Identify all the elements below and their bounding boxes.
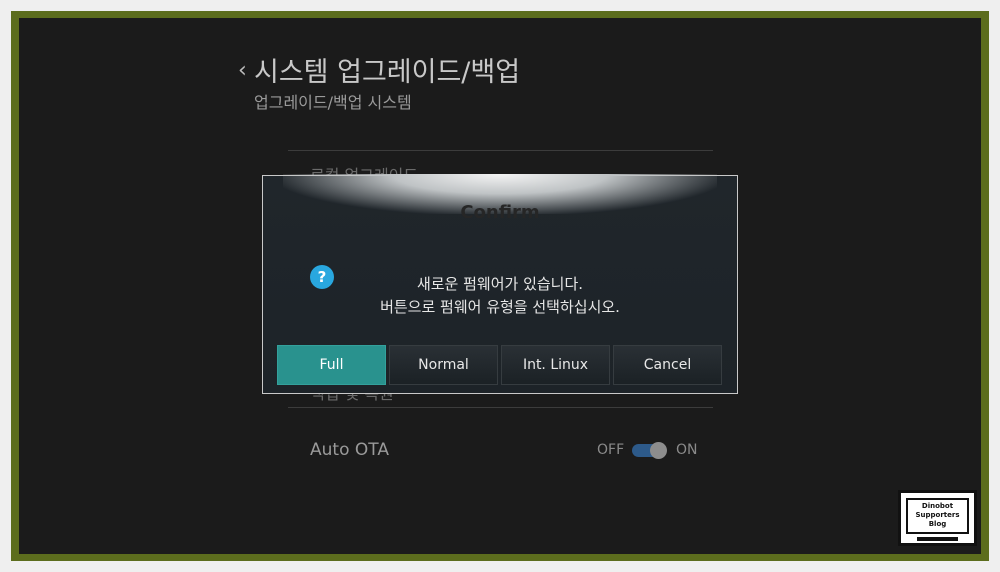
cancel-button[interactable]: Cancel bbox=[613, 345, 722, 385]
toggle-on-label: ON bbox=[676, 442, 698, 458]
toggle-knob[interactable] bbox=[650, 442, 667, 459]
divider bbox=[288, 407, 713, 408]
confirm-dialog: Confirm ? 새로운 펌웨어가 있습니다. 버튼으로 펌웨어 유형을 선택… bbox=[262, 174, 738, 394]
page-subtitle: 업그레이드/백업 시스템 bbox=[254, 93, 412, 112]
page-title: 시스템 업그레이드/백업 bbox=[254, 57, 521, 88]
chevron-left-icon[interactable]: ‹ bbox=[238, 58, 247, 83]
logo-text: Dinobot Supporters Blog bbox=[906, 498, 969, 534]
logo-stand bbox=[917, 537, 958, 541]
toggle-off-label: OFF bbox=[597, 442, 625, 458]
full-button[interactable]: Full bbox=[277, 345, 386, 385]
divider bbox=[288, 150, 713, 151]
normal-button[interactable]: Normal bbox=[389, 345, 498, 385]
blog-logo: Dinobot Supporters Blog bbox=[898, 490, 977, 546]
int-linux-button[interactable]: Int. Linux bbox=[501, 345, 610, 385]
dialog-message-line2: 버튼으로 펌웨어 유형을 선택하십시오. bbox=[380, 298, 620, 316]
dialog-message-line1: 새로운 펌웨어가 있습니다. bbox=[416, 275, 584, 293]
auto-ota-label: Auto OTA bbox=[310, 440, 389, 460]
dialog-title: Confirm bbox=[460, 202, 540, 223]
